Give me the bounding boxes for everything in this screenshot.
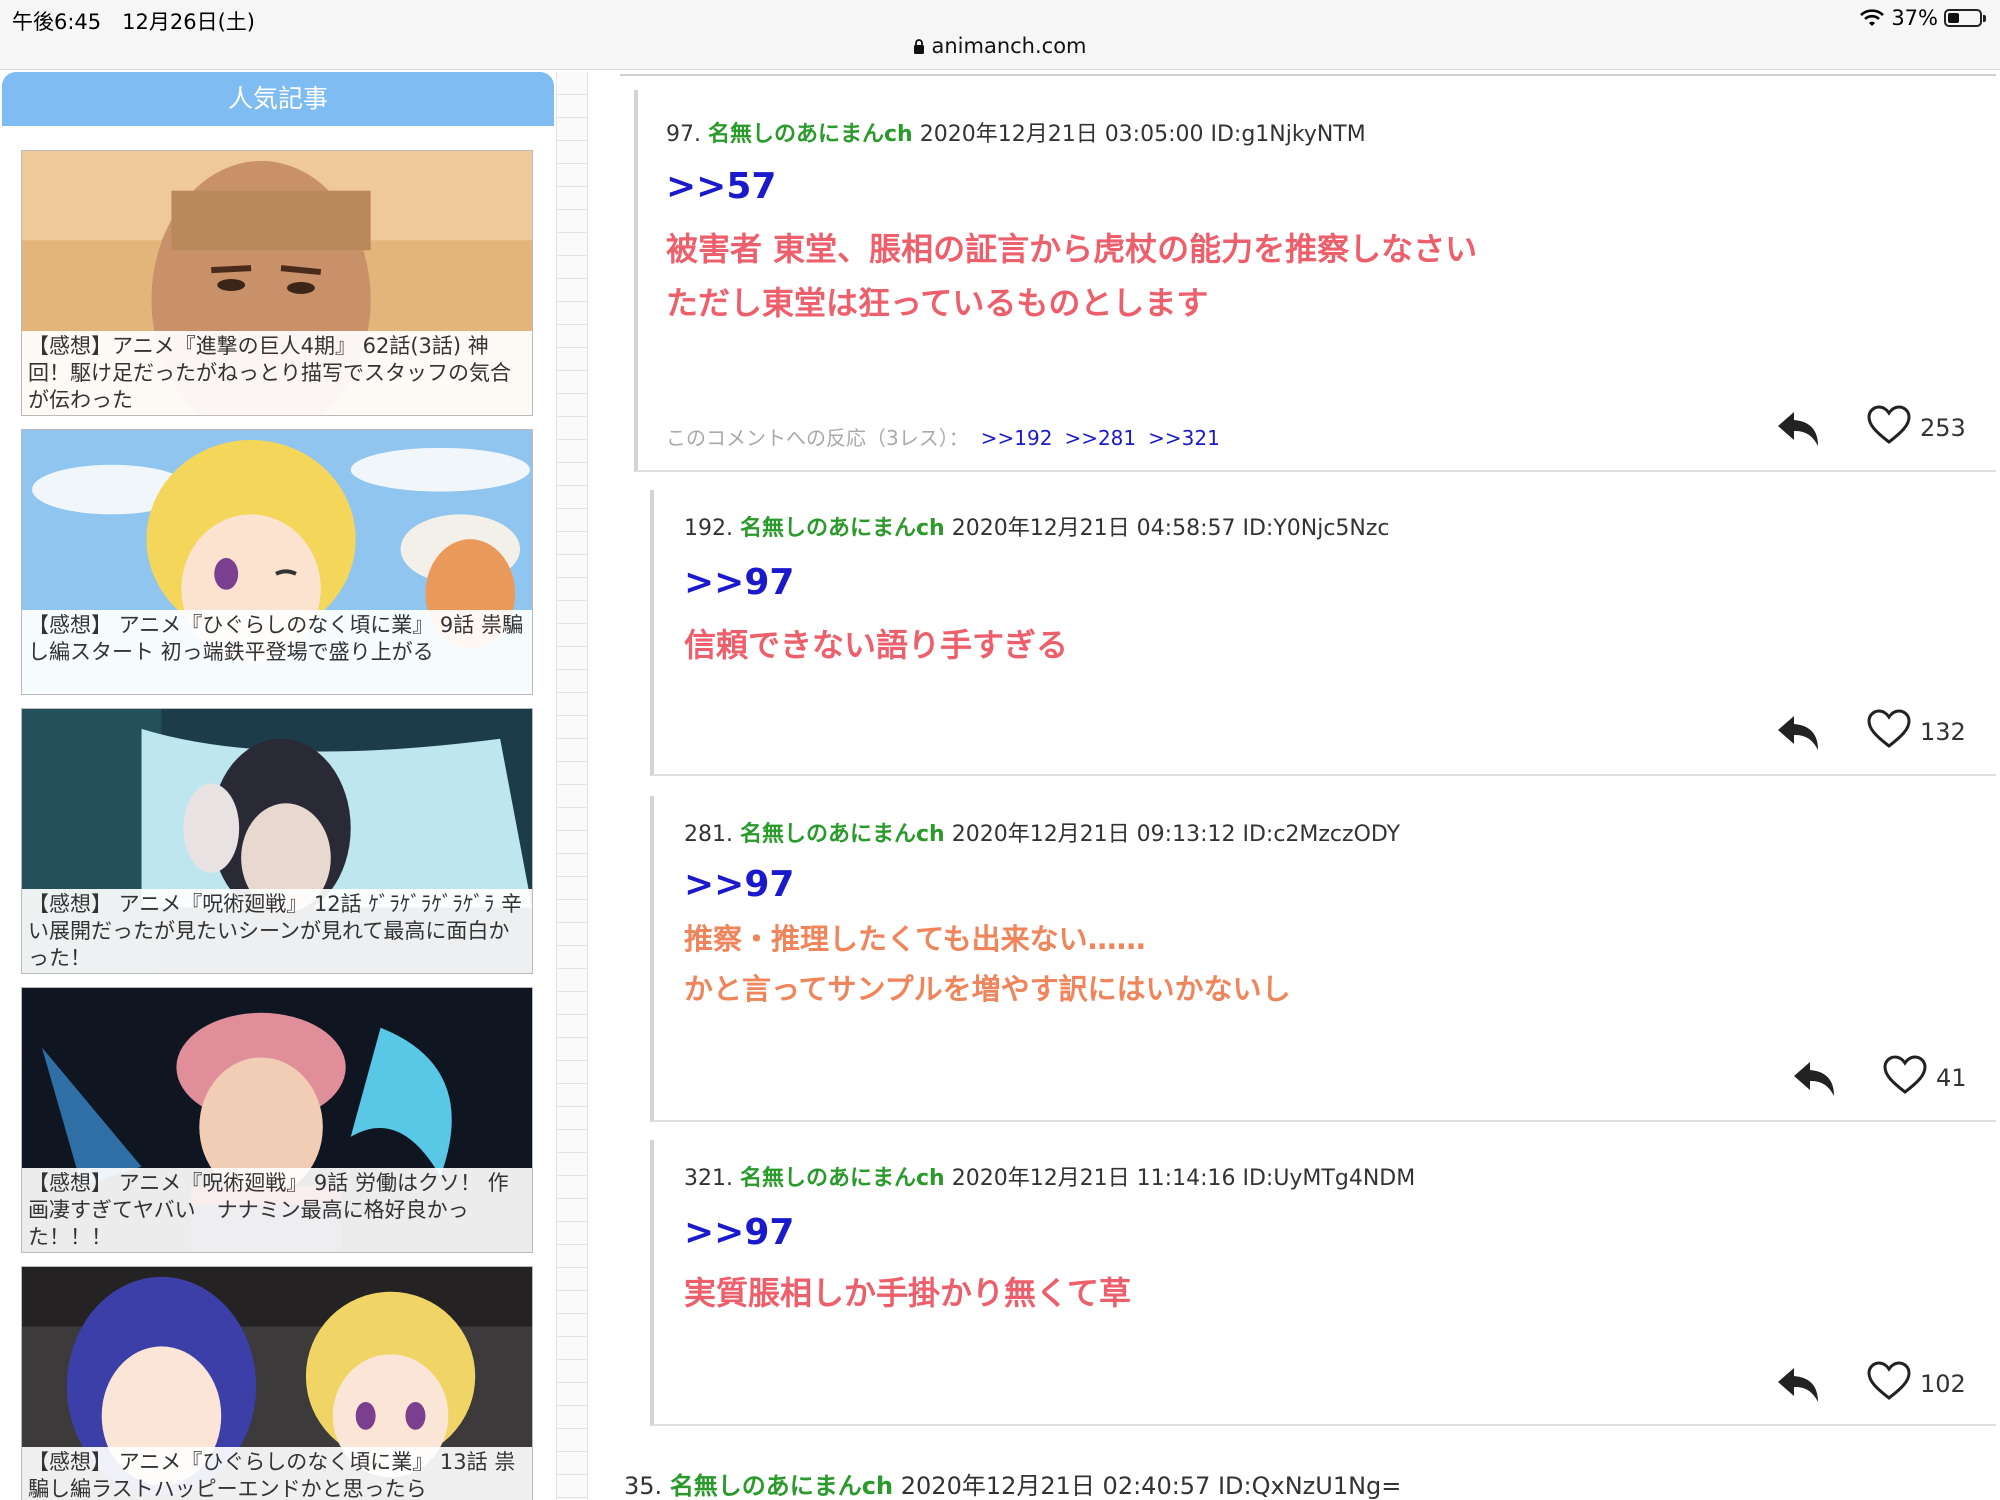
article-card-2[interactable]: 【感想】 アニメ『ひぐらしのなく頃に業』 9話 祟騙し編スタート 初っ端鉄平登場… [21, 429, 533, 695]
comment-anchor-link[interactable]: >>57 [666, 166, 776, 207]
popular-articles-sidebar: 人気記事 【感想】アニメ『進撃の巨人4期』 62話(3話) 神回！駆け足だったが… [0, 72, 556, 1500]
article-caption-2: 【感想】 アニメ『ひぐらしのなく頃に業』 9話 祟騙し編スタート 初っ端鉄平登場… [22, 610, 532, 694]
like-count: 102 [1920, 1370, 1966, 1398]
comment-number: 281. [684, 822, 733, 847]
comment-number: 192. [684, 516, 733, 541]
comment-321: 321. 名無しのあにまんch 2020年12月21日 11:14:16 ID:… [650, 1140, 1996, 1426]
comment-author: 名無しのあにまんch [669, 1472, 894, 1500]
comment-body-line: ただし東堂は狂っているものとします [666, 284, 1209, 322]
comment-number: 97. [666, 122, 701, 147]
browser-status-bar: 午後6:45 12月26日(土) 37% animanch.com [0, 0, 2000, 70]
reply-icon[interactable] [1790, 1056, 1840, 1100]
comment-body-line: 実質脹相しか手掛かり無くて草 [684, 1274, 1132, 1312]
comment-anchor-link[interactable]: >>97 [684, 864, 794, 905]
article-caption-4: 【感想】 アニメ『呪術廻戦』 9話 労働はクソ！ 作画凄すぎてヤバい ナナミン最… [22, 1168, 532, 1252]
article-card-3[interactable]: 【感想】 アニメ『呪術廻戦』 12話 ｹﾞﾗｹﾞﾗｹﾞﾗｹﾞﾗ 辛い展開だったが… [21, 708, 533, 974]
article-card-1[interactable]: 【感想】アニメ『進撃の巨人4期』 62話(3話) 神回！駆け足だったがねっとり描… [21, 150, 533, 416]
comment-number: 321. [684, 1166, 733, 1191]
status-indicators: 37% [1859, 6, 1986, 30]
battery-icon [1944, 9, 1986, 27]
like-count: 132 [1920, 718, 1966, 746]
comment-date: 2020年12月21日 11:14:16 ID:UyMTg4NDM [951, 1166, 1416, 1191]
like-count: 41 [1936, 1064, 1967, 1092]
heart-icon[interactable] [1866, 708, 1912, 750]
comment-meta: 97. 名無しのあにまんch 2020年12月21日 03:05:00 ID:g… [666, 116, 1366, 148]
comment-body-line: 信頼できない語り手すぎる [684, 626, 1069, 664]
comment-body-line: かと言ってサンプルを増やす訳にはいかないし [684, 972, 1291, 1006]
comment-body-line: 被害者 東堂、脹相の証言から虎杖の能力を推察しなさい [666, 230, 1478, 268]
comment-anchor-link[interactable]: >>97 [684, 562, 794, 603]
comment-reactions: このコメントへの反応（3レス）： >>192 >>281 >>321 [666, 422, 1220, 451]
comment-date: 2020年12月21日 09:13:12 ID:c2MzczODY [951, 822, 1401, 847]
comment-anchor-link[interactable]: >>97 [684, 1212, 794, 1253]
heart-icon[interactable] [1882, 1054, 1928, 1096]
heart-icon[interactable] [1866, 404, 1912, 446]
article-caption-3: 【感想】 アニメ『呪術廻戦』 12話 ｹﾞﾗｹﾞﾗｹﾞﾗｹﾞﾗ 辛い展開だったが… [22, 889, 532, 973]
article-card-4[interactable]: 【感想】 アニメ『呪術廻戦』 9話 労働はクソ！ 作画凄すぎてヤバい ナナミン最… [21, 987, 533, 1253]
article-card-5[interactable]: 【感想】 アニメ『ひぐらしのなく頃に業』 13話 祟騙し編ラストハッピーエンドか… [21, 1266, 533, 1500]
reaction-link-192[interactable]: >>192 [981, 426, 1053, 450]
reaction-link-321[interactable]: >>321 [1148, 426, 1220, 450]
reaction-link-281[interactable]: >>281 [1064, 426, 1136, 450]
heart-icon[interactable] [1866, 1360, 1912, 1402]
comment-date: 2020年12月21日 02:40:57 ID:QxNzU1Ng= [900, 1472, 1402, 1500]
reply-icon[interactable] [1774, 710, 1824, 754]
wifi-icon [1860, 9, 1885, 26]
article-caption-5: 【感想】 アニメ『ひぐらしのなく頃に業』 13話 祟騙し編ラストハッピーエンドか… [22, 1447, 532, 1500]
comment-97: 97. 名無しのあにまんch 2020年12月21日 03:05:00 ID:g… [634, 90, 1996, 472]
reply-icon[interactable] [1774, 1362, 1824, 1406]
comment-author: 名無しのあにまんch [739, 822, 945, 847]
comment-meta: 192. 名無しのあにまんch 2020年12月21日 04:58:57 ID:… [684, 510, 1390, 542]
sidebar-title: 人気記事 [2, 72, 554, 126]
comment-35-meta: 35. 名無しのあにまんch 2020年12月21日 02:40:57 ID:Q… [624, 1466, 1401, 1500]
reply-icon[interactable] [1774, 406, 1824, 450]
thread-top-border [620, 74, 1996, 76]
comment-author: 名無しのあにまんch [708, 122, 913, 147]
comment-date: 2020年12月21日 04:58:57 ID:Y0Njc5Nzc [951, 516, 1390, 541]
url-text: animanch.com [931, 34, 1087, 58]
comment-date: 2020年12月21日 03:05:00 ID:g1NjkyNTM [919, 122, 1366, 147]
comment-meta: 281. 名無しのあにまんch 2020年12月21日 09:13:12 ID:… [684, 816, 1400, 848]
comment-meta: 321. 名無しのあにまんch 2020年12月21日 11:14:16 ID:… [684, 1160, 1415, 1192]
status-time: 午後6:45 12月26日(土) [12, 10, 255, 34]
comment-author: 名無しのあにまんch [739, 1166, 945, 1191]
comment-281: 281. 名無しのあにまんch 2020年12月21日 09:13:12 ID:… [650, 796, 1996, 1122]
address-bar[interactable]: animanch.com [0, 34, 2000, 58]
comment-author: 名無しのあにまんch [739, 516, 945, 541]
comment-192: 192. 名無しのあにまんch 2020年12月21日 04:58:57 ID:… [650, 490, 1996, 776]
comment-body-line: 推察・推理したくても出来ない…… [684, 922, 1146, 956]
battery-percent: 37% [1891, 6, 1938, 30]
column-divider [556, 72, 588, 1500]
battery-fill [1948, 13, 1959, 23]
lock-icon [914, 38, 925, 54]
article-caption-1: 【感想】アニメ『進撃の巨人4期』 62話(3話) 神回！駆け足だったがねっとり描… [22, 331, 532, 415]
reactions-label: このコメントへの反応（3レス）： [666, 426, 969, 450]
comment-number: 35. [624, 1472, 663, 1500]
like-count: 253 [1920, 414, 1966, 442]
battery-tip [1983, 15, 1986, 22]
